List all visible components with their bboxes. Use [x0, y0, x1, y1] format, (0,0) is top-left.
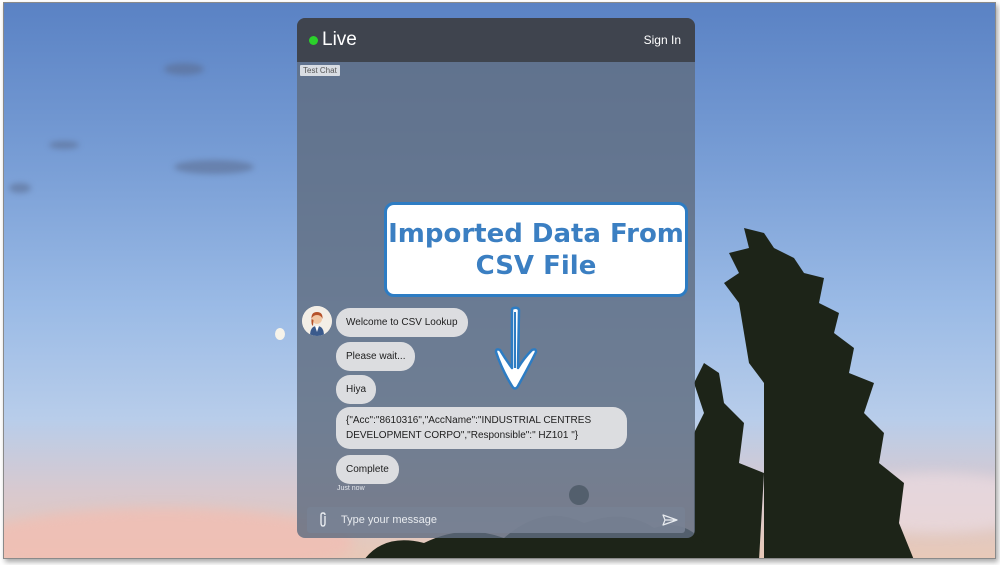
live-status: Live: [309, 29, 357, 51]
test-chat-tag: Test Chat: [300, 65, 340, 76]
chat-message-json: {"Acc":"8610316","AccName":"INDUSTRIAL C…: [336, 407, 627, 449]
avatar-icon: [302, 306, 332, 336]
chat-header: Live Sign In: [297, 18, 695, 62]
callout-line-2: CSV File: [475, 250, 597, 281]
chat-message: Welcome to CSV Lookup: [336, 308, 468, 337]
annotation-callout: Imported Data From CSV File: [384, 202, 688, 297]
chat-message: Hiya: [336, 375, 377, 404]
chat-message: Complete: [336, 455, 399, 484]
bot-avatar: [302, 306, 332, 336]
callout-text: Imported Data From CSV File: [388, 218, 684, 282]
paperclip-icon[interactable]: [311, 512, 335, 528]
message-timestamp: Just now: [337, 485, 365, 492]
chat-message: Please wait...: [336, 342, 416, 371]
live-status-dot-icon: [309, 35, 318, 45]
message-composer: [307, 507, 685, 533]
message-input[interactable]: [335, 509, 655, 531]
sign-in-link[interactable]: Sign In: [644, 33, 681, 47]
callout-line-1: Imported Data From: [388, 218, 684, 249]
down-arrow-icon: [494, 306, 538, 390]
send-icon[interactable]: [655, 514, 685, 526]
live-label: Live: [322, 29, 357, 50]
